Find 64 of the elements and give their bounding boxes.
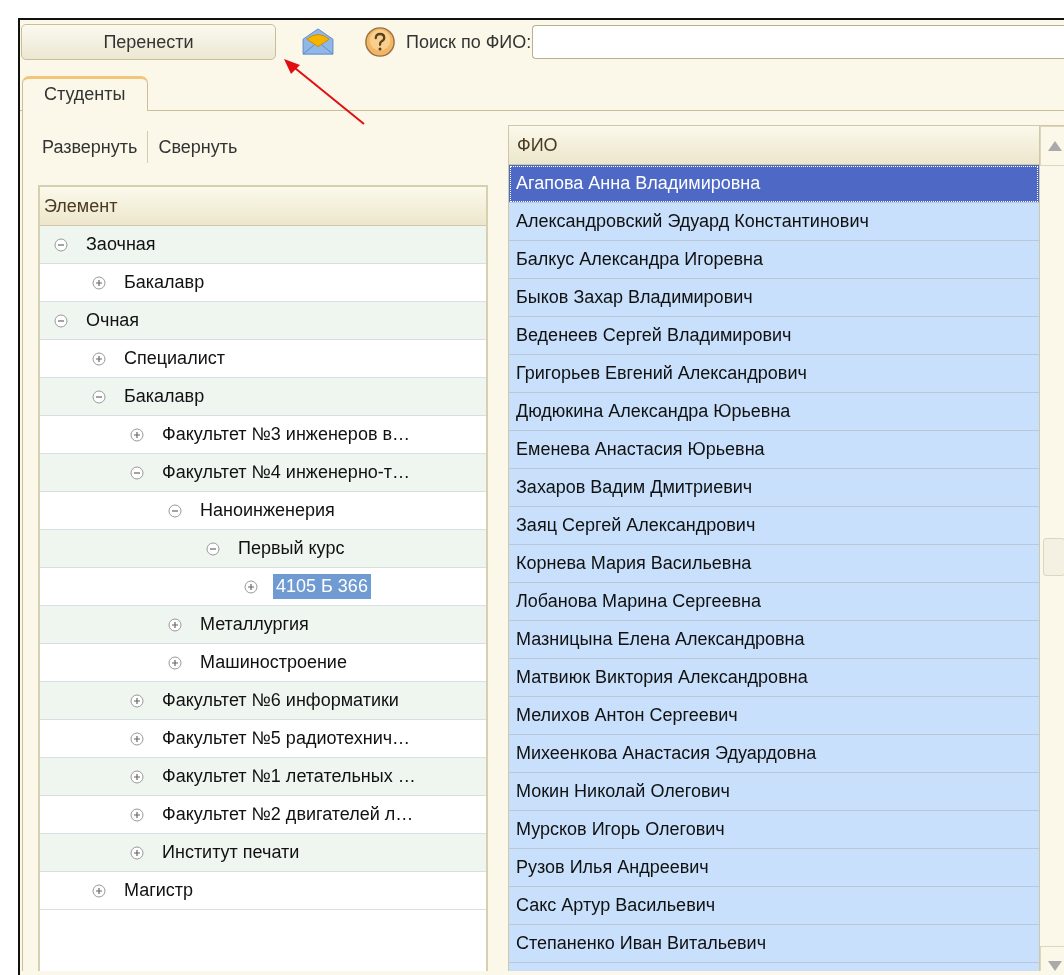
expand-icon[interactable]	[130, 845, 144, 860]
expand-icon[interactable]	[168, 655, 182, 670]
collapse-icon[interactable]	[54, 313, 68, 328]
expand-icon[interactable]	[168, 617, 182, 632]
tree-item[interactable]: Наноинженерия	[197, 498, 338, 523]
tree-item[interactable]: Факультет №5 радиотехнич…	[159, 726, 414, 751]
tree-item[interactable]: Машиностроение	[197, 650, 350, 675]
table-row[interactable]: Михеенкова Анастасия Эдуардовна	[509, 735, 1039, 773]
table-row[interactable]: Степаненко Иван Витальевич	[509, 925, 1039, 963]
collapse-icon[interactable]	[130, 465, 144, 480]
table-row[interactable]: Григорьев Евгений Александрович	[509, 355, 1039, 393]
tree-item[interactable]: Бакалавр	[121, 384, 208, 409]
help-icon[interactable]	[364, 26, 396, 58]
collapse-icon[interactable]	[168, 503, 182, 518]
table-row[interactable]: Александровский Эдуард Константинович	[509, 203, 1039, 241]
expand-icon[interactable]	[130, 693, 144, 708]
expand-icon[interactable]	[130, 807, 144, 822]
expand-icon[interactable]	[92, 883, 106, 898]
search-field[interactable]	[532, 25, 1064, 59]
expand-icon[interactable]	[92, 275, 106, 290]
table-row[interactable]: Мурсков Игорь Олегович	[509, 811, 1039, 849]
collapse-icon[interactable]	[54, 237, 68, 252]
tree-item[interactable]: Факультет №3 инженеров в…	[159, 422, 414, 447]
move-button[interactable]: Перенести	[21, 24, 276, 60]
column-header[interactable]: Элемент	[40, 187, 486, 226]
table-row[interactable]: Агапова Анна Владимировна	[509, 165, 1039, 203]
tree-item[interactable]: Первый курс	[235, 536, 348, 561]
tree-item[interactable]: Факультет №2 двигателей л…	[159, 802, 417, 827]
column-header[interactable]: ФИО	[509, 126, 1039, 165]
table-row[interactable]: Мокин Николай Олегович	[509, 773, 1039, 811]
tree-item[interactable]: Очная	[83, 308, 143, 333]
table-row[interactable]: Лобанова Марина Сергеевна	[509, 583, 1039, 621]
expand-icon[interactable]	[130, 427, 144, 442]
tree-item[interactable]: Специалист	[121, 346, 228, 371]
scroll-up-icon[interactable]	[1040, 126, 1064, 166]
table-row[interactable]: Мелихов Антон Сергеевич	[509, 697, 1039, 735]
envelope-icon[interactable]	[301, 28, 335, 56]
toolbar-link[interactable]: Развернуть	[38, 136, 142, 158]
tree-item[interactable]: Бакалавр	[121, 270, 208, 295]
table-row[interactable]: Мазницына Елена Александровна	[509, 621, 1039, 659]
collapse-icon[interactable]	[92, 389, 106, 404]
expand-icon[interactable]	[244, 579, 258, 594]
table-row[interactable]: Корнева Мария Васильевна	[509, 545, 1039, 583]
table-row[interactable]: Матвиюк Виктория Александровна	[509, 659, 1039, 697]
table-row[interactable]: Еменева Анастасия Юрьевна	[509, 431, 1039, 469]
search-label: Поиск по ФИО:	[406, 31, 532, 53]
table-row[interactable]: Балкус Александра Игоревна	[509, 241, 1039, 279]
expand-icon[interactable]	[130, 731, 144, 746]
collapse-icon[interactable]	[206, 541, 220, 556]
table-row[interactable]: Сакс Артур Васильевич	[509, 887, 1039, 925]
expand-icon[interactable]	[92, 351, 106, 366]
table-row[interactable]: Дюдюкина Александра Юрьевна	[509, 393, 1039, 431]
table-row[interactable]: Быков Захар Владимирович	[509, 279, 1039, 317]
table-row[interactable]: Рузов Илья Андреевич	[509, 849, 1039, 887]
expand-icon[interactable]	[130, 769, 144, 784]
tree-item[interactable]: Металлургия	[197, 612, 312, 637]
table-row[interactable]: Захаров Вадим Дмитриевич	[509, 469, 1039, 507]
table-row[interactable]: Заяц Сергей Александрович	[509, 507, 1039, 545]
toolbar-link[interactable]: Свернуть	[154, 136, 242, 158]
table-row[interactable]: Веденеев Сергей Владимирович	[509, 317, 1039, 355]
scroll-thumb[interactable]	[1043, 538, 1064, 576]
tab[interactable]: Студенты	[22, 76, 149, 111]
tree-item[interactable]: Магистр	[121, 878, 197, 903]
tree-item[interactable]: Заочная	[83, 232, 159, 257]
